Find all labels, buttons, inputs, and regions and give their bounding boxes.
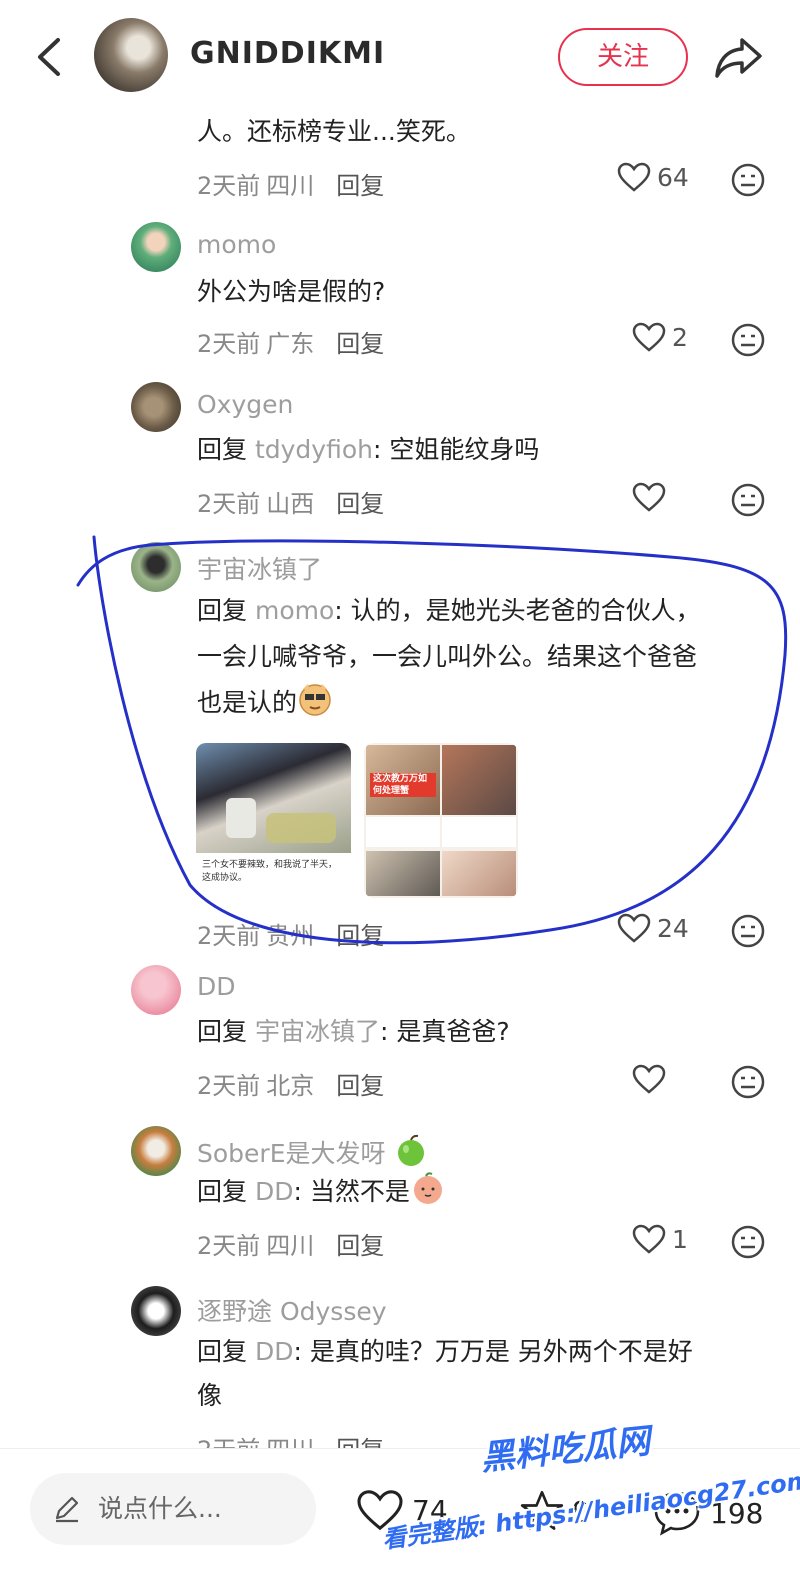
comment-text: 外公为啥是假的? — [197, 277, 386, 306]
comment-date: 2天前 — [197, 330, 261, 358]
follow-button[interactable]: 关注 — [558, 28, 688, 86]
emoji-icon[interactable] — [730, 1224, 766, 1260]
emoji-icon[interactable] — [730, 162, 766, 198]
heart-icon — [617, 162, 651, 192]
heart-icon — [632, 322, 666, 352]
comment-username[interactable]: Oxygen — [197, 390, 293, 419]
comment-username[interactable]: momo — [197, 230, 276, 259]
reply-prefix: 回复 — [197, 435, 248, 464]
avatar[interactable] — [131, 222, 181, 272]
comment-username[interactable]: DD — [197, 972, 236, 1001]
comment-meta: 2天前 山西 回复 — [197, 484, 384, 519]
comment-body: : 空姐能纹身吗 — [373, 435, 540, 464]
username-text: SoberE是大发呀 — [197, 1139, 386, 1168]
comment-region: 北京 — [266, 1072, 315, 1100]
comment-line: 像 — [197, 1381, 223, 1410]
back-icon[interactable] — [30, 34, 70, 80]
reply-target[interactable]: tdydyfioh — [255, 435, 373, 464]
header-bar: GNIDDIKMI 关注 — [0, 0, 800, 110]
comment-username[interactable]: 逐野途 Odyssey — [197, 1292, 387, 1328]
author-avatar[interactable] — [94, 18, 168, 92]
heart-icon — [632, 1064, 666, 1094]
reply-prefix: 回复 — [197, 1337, 248, 1366]
author-name[interactable]: GNIDDIKMI — [190, 36, 385, 71]
emoji-icon[interactable] — [730, 322, 766, 358]
hand-drawn-circle-annotation — [76, 535, 788, 945]
comment-region: 四川 — [266, 1232, 315, 1260]
reply-button[interactable]: 回复 — [336, 490, 384, 518]
reply-prefix: 回复 — [197, 1177, 248, 1206]
like-count: 1 — [672, 1224, 688, 1254]
reply-button[interactable]: 回复 — [336, 330, 384, 358]
reply-prefix: 回复 — [197, 1017, 248, 1046]
like-count: 2 — [672, 322, 688, 352]
comment-meta: 2天前四川回复 — [197, 166, 384, 201]
emoji-icon[interactable] — [730, 482, 766, 518]
heart-icon — [632, 482, 666, 512]
comment-text: 回复 宇宙冰镇了: 是真爸爸? — [197, 1010, 777, 1054]
comment-text: 人。还标榜专业...笑死。 — [197, 117, 471, 146]
comment-body: : 当然不是 — [293, 1177, 410, 1206]
like-button[interactable] — [632, 1064, 666, 1094]
share-icon[interactable] — [712, 32, 766, 80]
comment-username[interactable]: SoberE是大发呀 — [197, 1132, 429, 1170]
comment-date: 2天前 — [197, 490, 261, 518]
comment-date: 2天前 — [197, 1232, 261, 1260]
green-apple-icon — [398, 1134, 425, 1166]
reply-button[interactable]: 回复 — [336, 1232, 384, 1260]
emoji-icon[interactable] — [730, 1064, 766, 1100]
reply-button[interactable]: 回复 — [336, 1072, 384, 1100]
like-button[interactable] — [632, 482, 666, 512]
comment-date: 2天前 — [197, 172, 261, 200]
pen-icon — [55, 1496, 79, 1523]
comment-line: 回复 DD: 是真的哇？万万是 另外两个不是好 — [197, 1330, 777, 1374]
reply-button[interactable]: 回复 — [336, 172, 384, 200]
comment-date: 2天前 — [197, 1072, 261, 1100]
like-button[interactable]: 1 — [632, 1224, 688, 1254]
like-count: 64 — [657, 162, 689, 192]
comment-region: 山西 — [266, 490, 315, 518]
comment-text: 回复 DD: 当然不是 — [197, 1170, 777, 1214]
peach-face-sticker-icon — [413, 1172, 442, 1204]
reply-target[interactable]: DD — [255, 1337, 294, 1366]
avatar[interactable] — [131, 1286, 181, 1336]
like-button[interactable]: 64 — [617, 162, 689, 192]
comment-meta: 2天前 广东 回复 — [197, 324, 384, 359]
heart-icon — [632, 1224, 666, 1254]
comment-meta: 2天前 北京 回复 — [197, 1066, 384, 1101]
comment-text: 回复 tdydyfioh: 空姐能纹身吗 — [197, 428, 777, 472]
comment-meta: 2天前四川回复 — [197, 1226, 384, 1261]
reply-target[interactable]: 宇宙冰镇了 — [255, 1017, 380, 1046]
avatar[interactable] — [131, 382, 181, 432]
comment-body: : 是真爸爸? — [379, 1017, 510, 1046]
avatar[interactable] — [131, 1126, 181, 1176]
avatar[interactable] — [131, 965, 181, 1015]
comment-body: : 是真的哇？万万是 另外两个不是好 — [293, 1337, 693, 1366]
comment-region: 广东 — [266, 330, 315, 358]
like-button[interactable]: 2 — [632, 322, 688, 352]
comment-text: 回复 DD: 是真的哇？万万是 另外两个不是好 像 — [197, 1330, 777, 1418]
comment-region: 四川 — [266, 172, 315, 200]
reply-target[interactable]: DD — [255, 1177, 294, 1206]
